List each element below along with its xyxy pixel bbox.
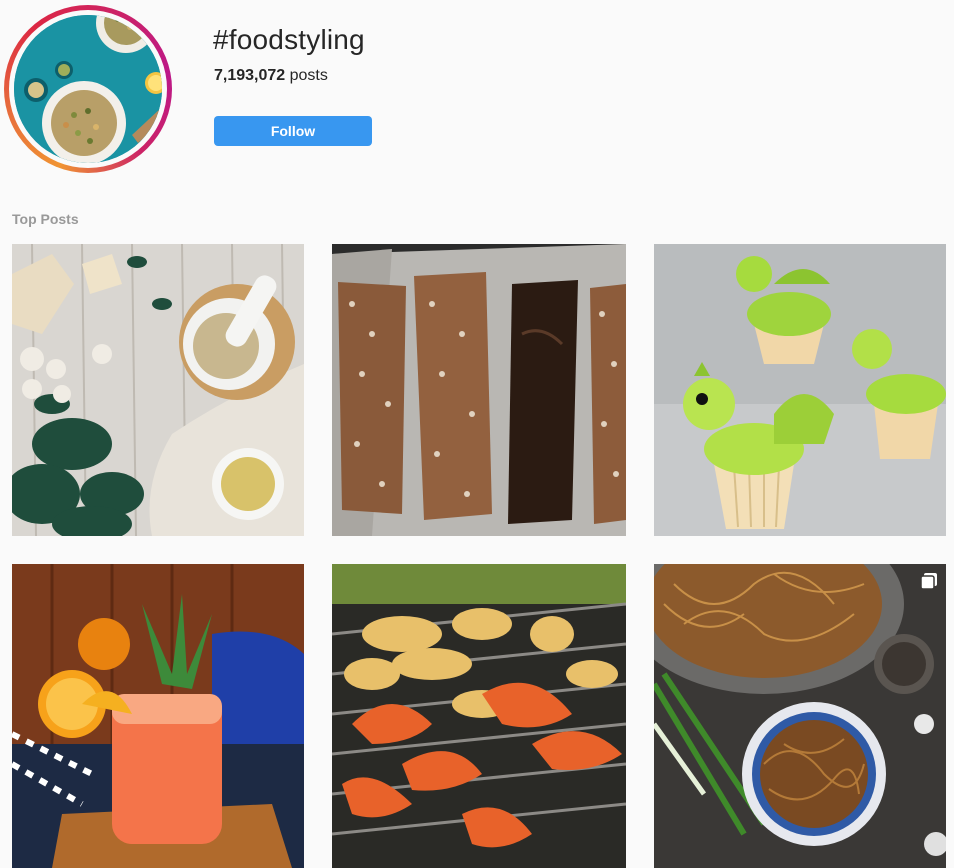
post-image — [12, 244, 304, 536]
post-image — [12, 564, 304, 868]
post-count-suffix: posts — [285, 67, 328, 84]
post-tile[interactable] — [332, 244, 626, 536]
post-tile[interactable] — [654, 564, 946, 868]
follow-button[interactable]: Follow — [214, 116, 372, 146]
top-posts-heading: Top Posts — [12, 211, 79, 227]
post-image — [332, 244, 626, 536]
post-image — [332, 564, 626, 868]
post-count-number: 7,193,072 — [214, 67, 286, 84]
post-image — [654, 244, 946, 536]
post-tile[interactable] — [12, 244, 304, 536]
multiple-posts-icon — [920, 573, 937, 590]
hashtag-avatar-image — [14, 15, 162, 163]
hashtag-avatar-ring — [4, 5, 172, 173]
hashtag-header: #foodstyling 7,193,072 posts Follow — [0, 0, 954, 180]
post-tile[interactable] — [12, 564, 304, 868]
hashtag-title: #foodstyling — [213, 24, 365, 55]
hashtag-avatar — [9, 10, 167, 168]
post-count: 7,193,072 posts — [214, 67, 328, 85]
post-image — [654, 564, 946, 868]
post-tile[interactable] — [654, 244, 946, 536]
post-tile[interactable] — [332, 564, 626, 868]
